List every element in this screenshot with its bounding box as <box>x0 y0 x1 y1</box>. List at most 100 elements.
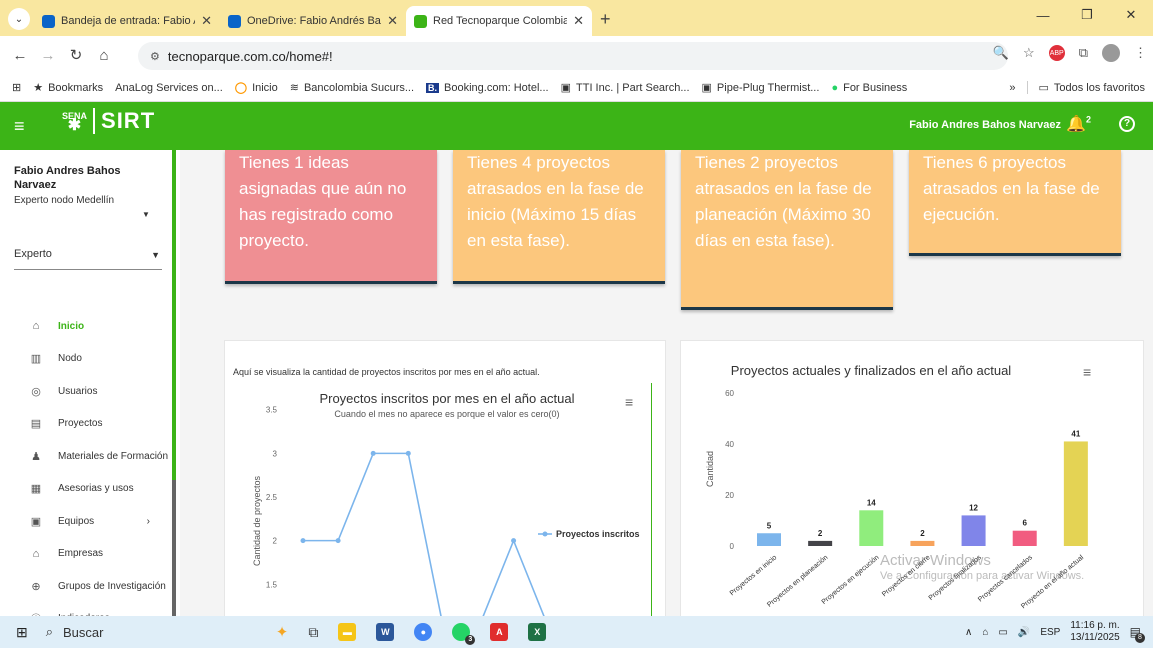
battery-icon[interactable]: ▭ <box>998 627 1007 638</box>
sidebar-scrollbar[interactable] <box>172 480 176 616</box>
taskbar-search[interactable]: ⌕ Buscar <box>46 624 246 640</box>
forward-icon[interactable]: → <box>34 47 62 64</box>
sidebar-item-empresas[interactable]: ⌂ Empresas <box>0 538 172 571</box>
hamburger-icon[interactable]: ≡ <box>14 116 25 137</box>
alert-card-text: Tienes 2 proyectos atrasados en la fase … <box>695 153 872 250</box>
site-info-icon[interactable]: ⚙ <box>150 50 160 63</box>
bookmark-item[interactable]: ▣ Pipe-Plug Thermist... <box>702 81 820 95</box>
sidebar-item-nodo[interactable]: ▥ Nodo <box>0 343 172 376</box>
bar <box>961 515 986 546</box>
bar <box>1012 530 1037 546</box>
bookmark-item[interactable]: B. Booking.com: Hotel... <box>426 82 549 94</box>
caret-down-icon[interactable]: ▼ <box>142 210 150 219</box>
y-tick-label: 1.5 <box>266 580 278 589</box>
data-label: 6 <box>1022 519 1027 528</box>
close-icon[interactable]: ✕ <box>573 13 584 29</box>
taskbar-search-label: Buscar <box>63 624 104 640</box>
copilot-icon[interactable]: ✦ <box>276 623 289 641</box>
data-label: 2 <box>818 529 823 538</box>
header-user-name[interactable]: Fabio Andres Bahos Narvaez <box>909 119 1061 131</box>
minimize-icon[interactable]: — <box>1021 0 1065 30</box>
volume-icon[interactable]: 🔊 <box>1018 627 1030 638</box>
restore-icon[interactable]: ❐ <box>1065 0 1109 30</box>
file-explorer-icon[interactable]: ▬ <box>338 623 357 641</box>
building-icon: ▥ <box>30 353 42 366</box>
tab-search-button[interactable]: ⌄ <box>8 8 30 30</box>
chevron-up-icon[interactable]: ∧ <box>965 627 972 638</box>
bookmark-item[interactable]: AnaLog Services on... <box>115 82 223 94</box>
word-icon[interactable]: W <box>376 623 395 641</box>
alert-card-ejecucion[interactable]: Tienes 6 proyectos atrasados en la fase … <box>909 150 1121 256</box>
more-bookmarks-icon[interactable]: » <box>1009 82 1015 94</box>
back-icon[interactable]: ← <box>6 47 34 64</box>
caret-down-icon: ▼ <box>151 250 160 260</box>
sidebar-item-usuarios[interactable]: ◎ Usuarios <box>0 375 172 408</box>
chart-subtitle: Cuando el mes no aparece es porque el va… <box>334 409 559 419</box>
alert-card-inicio[interactable]: Tienes 4 proyectos atrasados en la fase … <box>453 150 665 284</box>
profile-avatar[interactable] <box>1102 44 1120 62</box>
activation-watermark: Activar Windows <box>880 552 991 569</box>
data-point <box>370 450 376 456</box>
legend-label: Proyectos inscritos <box>556 529 640 539</box>
excel-icon[interactable]: X <box>528 623 547 641</box>
alert-card-planeacion[interactable]: Tienes 2 proyectos atrasados en la fase … <box>681 150 893 310</box>
network-icon[interactable]: ⌂ <box>982 627 988 638</box>
notification-bell-icon[interactable]: 🔔2 <box>1066 114 1091 134</box>
sidebar-item-label: Usuarios <box>58 385 98 397</box>
profile-role: Experto nodo Medellín <box>14 195 115 206</box>
all-bookmarks[interactable]: ▭ Todos los favoritos <box>1027 81 1145 94</box>
browser-tab-bar: ⌄ Bandeja de entrada: Fabio Andr ✕ OneDr… <box>0 0 1153 36</box>
sidebar-item-label: Empresas <box>58 548 104 560</box>
chrome-icon[interactable]: ● <box>414 623 433 641</box>
help-icon[interactable]: ? <box>1119 116 1135 132</box>
clock[interactable]: 11:16 p. m. 13/11/2025 <box>1070 620 1119 644</box>
zoom-icon[interactable]: 🔍 <box>993 45 1009 61</box>
bar <box>757 533 781 546</box>
bookmark-item[interactable]: ● For Business <box>831 82 907 94</box>
os-taskbar: ⊞ ⌕ Buscar ✦ ⧉ ▬ W ● 3 A X ∧ ⌂ ▭ 🔊 ESP 11… <box>0 616 1153 648</box>
windows-start-icon[interactable]: ⊞ <box>16 624 28 641</box>
adblock-icon[interactable]: ABP <box>1048 45 1065 61</box>
sidebar-item-proyectos[interactable]: ▤ Proyectos <box>0 408 172 441</box>
sidebar-item-materiales[interactable]: ♟ Materiales de Formación <box>0 440 172 473</box>
language-indicator[interactable]: ESP <box>1040 627 1060 638</box>
home-icon: ⌂ <box>32 320 40 333</box>
acrobat-icon[interactable]: A <box>490 623 509 641</box>
whatsapp-icon[interactable]: 3 <box>452 623 476 645</box>
sidebar-item-inicio[interactable]: ⌂ Inicio <box>0 310 172 343</box>
app-header: ≡ SENA ✱ SIRT Fabio Andres Bahos Narvaez … <box>0 102 1153 150</box>
bookmark-item[interactable]: ≋ Bancolombia Sucurs... <box>290 81 414 95</box>
legend-marker <box>542 531 548 537</box>
notification-center-icon[interactable]: ▤ 8 <box>1130 625 1145 643</box>
close-icon[interactable]: ✕ <box>387 13 398 29</box>
star-icon[interactable]: ☆ <box>1023 45 1035 61</box>
bookmark-item[interactable]: ▣ TTI Inc. | Part Search... <box>561 81 690 95</box>
sidebar-item-label: Grupos de Investigación <box>58 580 166 592</box>
home-icon[interactable]: ⌂ <box>90 47 118 64</box>
apps-icon[interactable]: ⊞ <box>12 81 21 94</box>
role-select-value: Experto <box>14 248 52 260</box>
reload-icon[interactable]: ↻ <box>62 46 90 64</box>
close-icon[interactable]: ✕ <box>201 13 212 29</box>
outlook-icon <box>228 14 241 28</box>
bookmark-item[interactable]: ★ Bookmarks <box>33 81 103 95</box>
bar <box>910 540 935 546</box>
role-select[interactable]: Experto ▼ <box>14 248 162 270</box>
new-tab-button[interactable]: + <box>600 9 611 30</box>
sidebar-item-grupos[interactable]: ⊕ Grupos de Investigación <box>0 570 172 603</box>
url-field[interactable]: ⚙ tecnoparque.com.co/home#! <box>138 42 1008 70</box>
alert-card-ideas[interactable]: Tienes 1 ideas asignadas que aún no has … <box>225 150 437 284</box>
task-view-icon[interactable]: ⧉ <box>308 624 318 641</box>
extensions-icon[interactable]: ⧉ <box>1079 45 1088 61</box>
close-window-icon[interactable]: ✕ <box>1109 0 1153 30</box>
sidebar-item-asesorias[interactable]: ▦ Asesorias y usos <box>0 473 172 506</box>
bookmark-item[interactable]: ◯ Inicio <box>235 81 278 95</box>
menu-icon[interactable]: ⋮ <box>1134 45 1147 61</box>
browser-tab-onedrive[interactable]: OneDrive: Fabio Andrés Bahos I ✕ <box>220 6 406 36</box>
data-label: 14 <box>867 498 876 507</box>
chevron-right-icon: › <box>146 515 150 527</box>
chart-menu-icon: ≡ <box>1083 364 1091 380</box>
browser-tab-tecnoparque[interactable]: Red Tecnoparque Colombia | In ✕ <box>406 6 592 36</box>
browser-tab-mail[interactable]: Bandeja de entrada: Fabio Andr ✕ <box>34 6 220 36</box>
sidebar-item-equipos[interactable]: ▣ Equipos › <box>0 505 172 538</box>
